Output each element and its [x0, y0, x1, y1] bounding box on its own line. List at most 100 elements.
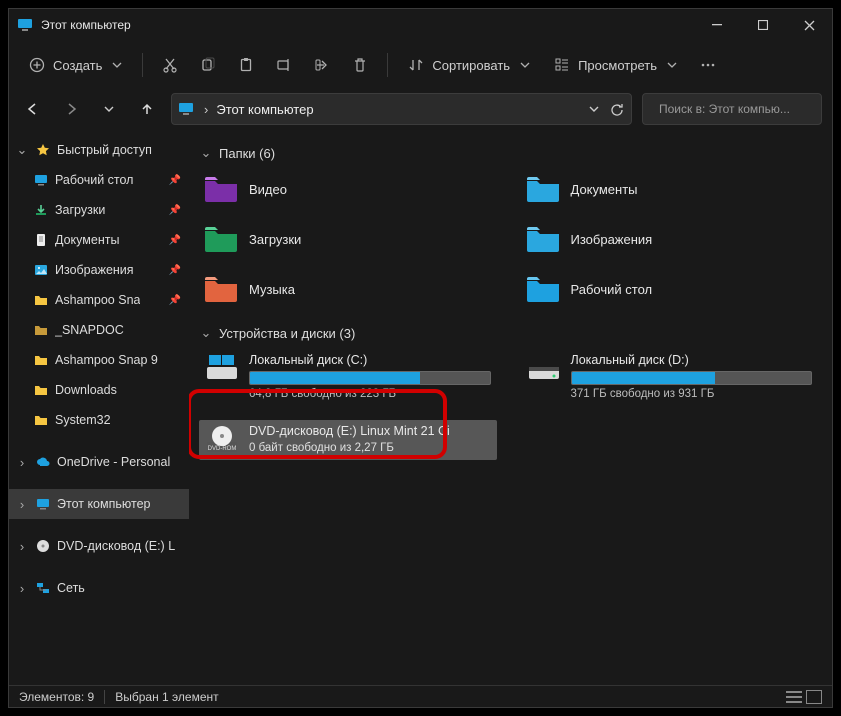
up-button[interactable]	[133, 95, 161, 123]
folder-item[interactable]: Изображения	[521, 219, 819, 259]
folder-icon	[525, 274, 561, 304]
folder-item[interactable]: Документы	[521, 169, 819, 209]
share-button[interactable]	[305, 48, 339, 82]
group-drives-header[interactable]: ⌄ Устройства и диски (3)	[199, 325, 818, 341]
drive-icon: DVD-ROM	[205, 424, 239, 454]
folder-label: Загрузки	[249, 232, 301, 247]
titlebar: Этот компьютер	[9, 9, 832, 41]
drive-item[interactable]: DVD-ROM DVD-дисковод (E:) Linux Mint 21 …	[199, 420, 497, 460]
download-icon	[33, 202, 49, 218]
content-area: ⌄ Папки (6) Видео Документы Загрузки	[189, 129, 832, 685]
sidebar-dvd[interactable]: › DVD-дисковод (E:) L	[9, 531, 189, 561]
star-icon	[35, 142, 51, 158]
nav-row: › Этот компьютер	[9, 89, 832, 129]
search-box[interactable]	[642, 93, 822, 125]
chevron-right-icon: ›	[15, 455, 29, 470]
delete-button[interactable]	[343, 48, 377, 82]
trash-icon	[352, 57, 368, 73]
folder-icon	[33, 352, 49, 368]
sidebar-network[interactable]: › Сеть	[9, 573, 189, 603]
forward-button[interactable]	[57, 95, 85, 123]
close-button[interactable]	[786, 9, 832, 41]
picture-icon	[33, 262, 49, 278]
folder-icon	[525, 224, 561, 254]
pin-icon: 📌	[169, 175, 183, 186]
chevron-down-icon	[667, 60, 677, 70]
view-label: Просмотреть	[578, 58, 657, 73]
sidebar-this-pc[interactable]: › Этот компьютер	[9, 489, 189, 519]
view-details-button[interactable]	[786, 690, 802, 704]
sidebar-item-folder[interactable]: Ashampoo Snap 9	[9, 345, 189, 375]
drive-usage-bar	[571, 371, 813, 385]
more-button[interactable]	[691, 48, 725, 82]
copy-button[interactable]	[191, 48, 225, 82]
status-selected: Выбран 1 элемент	[115, 690, 218, 704]
folder-icon	[203, 224, 239, 254]
explorer-window: Этот компьютер Создать Сортировать Просм…	[8, 8, 833, 708]
folder-item[interactable]: Загрузки	[199, 219, 497, 259]
chevron-right-icon: ›	[15, 581, 29, 596]
view-button[interactable]: Просмотреть	[544, 48, 687, 82]
folder-label: Видео	[249, 182, 287, 197]
maximize-button[interactable]	[740, 9, 786, 41]
chevron-down-icon	[520, 60, 530, 70]
chevron-down-icon: ⌄	[199, 145, 213, 161]
chevron-down-icon[interactable]	[588, 103, 600, 115]
sidebar-item-folder[interactable]: _SNAPDOC	[9, 315, 189, 345]
sidebar-onedrive[interactable]: › OneDrive - Personal	[9, 447, 189, 477]
folder-item[interactable]: Видео	[199, 169, 497, 209]
rename-button[interactable]	[267, 48, 301, 82]
chevron-down-icon: ⌄	[199, 325, 213, 341]
folder-icon	[525, 174, 561, 204]
folder-icon	[203, 274, 239, 304]
group-folders-title: Папки (6)	[219, 146, 275, 161]
refresh-icon[interactable]	[610, 102, 625, 117]
sidebar-item-pictures[interactable]: Изображения 📌	[9, 255, 189, 285]
chevron-down-icon: ⌄	[15, 142, 29, 158]
sidebar-item-desktop[interactable]: Рабочий стол 📌	[9, 165, 189, 195]
recent-button[interactable]	[95, 95, 123, 123]
drive-stat: 371 ГБ свободно из 931 ГБ	[571, 388, 813, 400]
rename-icon	[276, 57, 292, 73]
paste-button[interactable]	[229, 48, 263, 82]
sidebar-quick-access[interactable]: ⌄ Быстрый доступ	[9, 135, 189, 165]
minimize-button[interactable]	[694, 9, 740, 41]
breadcrumb-root[interactable]: Этот компьютер	[216, 102, 313, 117]
status-count: Элементов: 9	[19, 690, 94, 704]
folder-label: Изображения	[571, 232, 653, 247]
sidebar-item-folder[interactable]: Downloads	[9, 375, 189, 405]
drive-usage-bar	[249, 371, 491, 385]
sidebar-item-documents[interactable]: Документы 📌	[9, 225, 189, 255]
chevron-right-icon: ›	[15, 497, 29, 512]
drive-item[interactable]: Локальный диск (D:) 371 ГБ свободно из 9…	[521, 349, 819, 406]
cut-button[interactable]	[153, 48, 187, 82]
sidebar: ⌄ Быстрый доступ Рабочий стол 📌 Загрузки…	[9, 129, 189, 685]
drive-stat: 64,8 ГБ свободно из 223 ГБ	[249, 388, 491, 400]
copy-icon	[200, 57, 216, 73]
sidebar-item-folder[interactable]: System32	[9, 405, 189, 435]
status-bar: Элементов: 9 Выбран 1 элемент	[9, 685, 832, 707]
drive-item[interactable]: Локальный диск (C:) 64,8 ГБ свободно из …	[199, 349, 497, 406]
sidebar-item-folder[interactable]: Ashampoo Sna 📌	[9, 285, 189, 315]
more-icon	[700, 57, 716, 73]
back-button[interactable]	[19, 95, 47, 123]
view-icon	[554, 57, 570, 73]
new-button[interactable]: Создать	[19, 48, 132, 82]
network-icon	[35, 580, 51, 596]
sidebar-item-downloads[interactable]: Загрузки 📌	[9, 195, 189, 225]
address-bar[interactable]: › Этот компьютер	[171, 93, 632, 125]
view-large-button[interactable]	[806, 690, 822, 704]
disc-icon	[35, 538, 51, 554]
folder-item[interactable]: Музыка	[199, 269, 497, 309]
pc-icon	[17, 17, 33, 33]
sort-button[interactable]: Сортировать	[398, 48, 540, 82]
chevron-down-icon	[112, 60, 122, 70]
folder-icon	[33, 322, 49, 338]
group-folders-header[interactable]: ⌄ Папки (6)	[199, 145, 818, 161]
folder-icon	[203, 174, 239, 204]
folder-item[interactable]: Рабочий стол	[521, 269, 819, 309]
folder-icon	[33, 292, 49, 308]
search-input[interactable]	[659, 102, 814, 116]
pc-icon	[35, 496, 51, 512]
drive-name: Локальный диск (D:)	[571, 353, 813, 367]
